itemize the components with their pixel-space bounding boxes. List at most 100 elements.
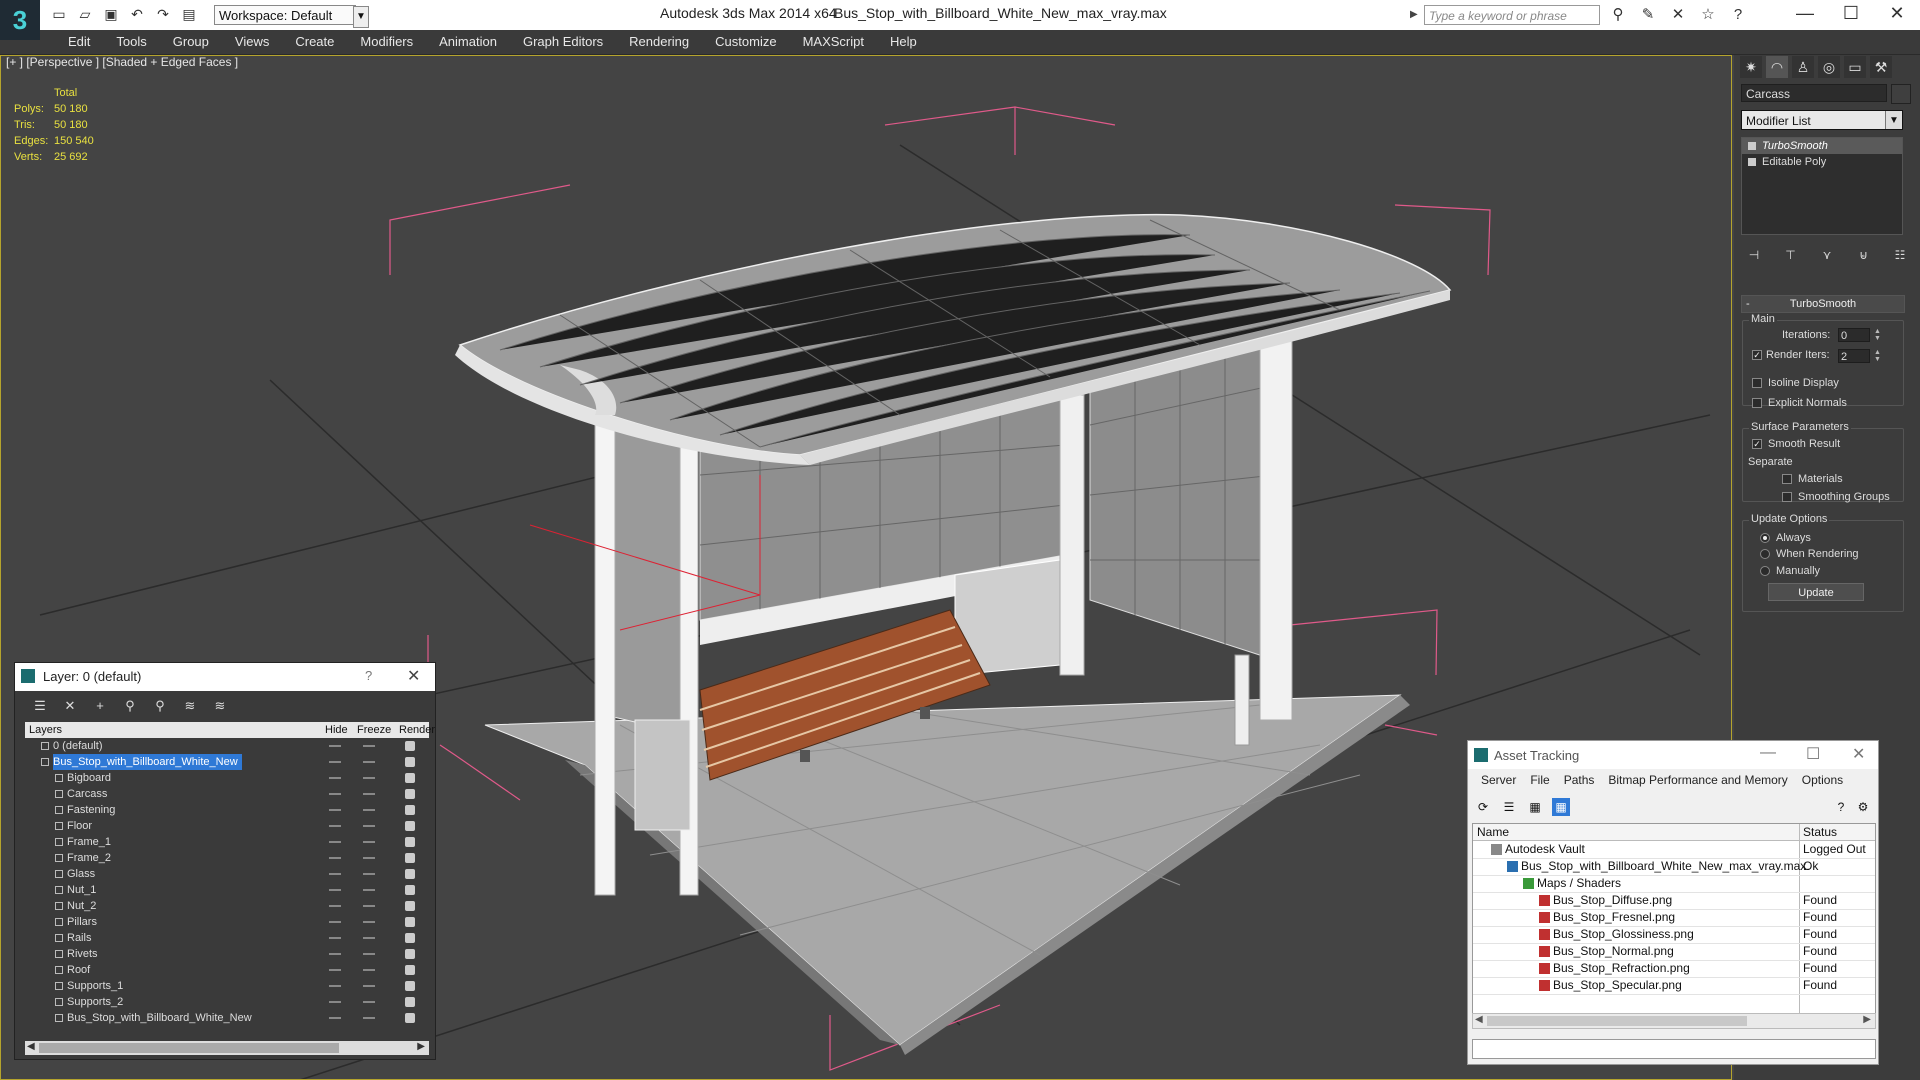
- layer-row[interactable]: Fastening: [25, 802, 429, 818]
- hide-toggle[interactable]: [329, 985, 341, 987]
- layer-horizontal-scrollbar[interactable]: ◀ ▶: [25, 1041, 429, 1055]
- highlight-layers-icon[interactable]: ⚲: [151, 697, 169, 715]
- render-toggle-icon[interactable]: [405, 837, 415, 847]
- chevron-down-icon[interactable]: ▼: [353, 6, 369, 28]
- hide-toggle[interactable]: [329, 905, 341, 907]
- freeze-all-icon[interactable]: ≋: [211, 697, 229, 715]
- menu-modifiers[interactable]: Modifiers: [347, 30, 426, 54]
- layer-name[interactable]: Nut_1: [67, 882, 100, 898]
- chevron-down-icon[interactable]: ▼: [1885, 111, 1902, 129]
- spinner-arrows-icon[interactable]: ▲ ▼: [1874, 328, 1882, 342]
- hide-toggle[interactable]: [329, 1017, 341, 1019]
- hide-toggle[interactable]: [329, 953, 341, 955]
- asset-horizontal-scrollbar[interactable]: ◀ ▶: [1472, 1013, 1876, 1029]
- layer-name[interactable]: Frame_2: [67, 850, 115, 866]
- column-name[interactable]: Name: [1477, 825, 1509, 839]
- help-icon[interactable]: ?: [1832, 798, 1850, 816]
- render-iters-checkbox[interactable]: ✓: [1752, 350, 1762, 360]
- layer-row[interactable]: Floor: [25, 818, 429, 834]
- freeze-toggle[interactable]: [363, 745, 375, 747]
- hide-toggle[interactable]: [329, 841, 341, 843]
- select-objects-icon[interactable]: ⚲: [121, 697, 139, 715]
- layer-name[interactable]: Rails: [67, 930, 95, 946]
- modifier-stack[interactable]: TurboSmooth Editable Poly: [1741, 137, 1903, 235]
- minimize-icon[interactable]: —: [1760, 744, 1776, 762]
- scrollbar-thumb[interactable]: [39, 1043, 339, 1053]
- open-file-icon[interactable]: ▱: [76, 5, 94, 23]
- asset-menu-options[interactable]: Options: [1795, 773, 1850, 787]
- render-iters-spinner[interactable]: 2: [1838, 349, 1870, 363]
- light-bulb-icon[interactable]: [1748, 142, 1756, 150]
- freeze-toggle[interactable]: [363, 793, 375, 795]
- show-end-result-icon[interactable]: ⊤: [1781, 245, 1801, 265]
- stack-item-editable-poly[interactable]: Editable Poly: [1742, 154, 1902, 170]
- render-toggle-icon[interactable]: [405, 741, 415, 751]
- redo-icon[interactable]: ↷: [154, 5, 172, 23]
- layer-name[interactable]: 0 (default): [53, 738, 107, 754]
- modifier-list-dropdown[interactable]: Modifier List ▼: [1741, 110, 1903, 130]
- hierarchy-tab-icon[interactable]: ♙: [1792, 56, 1814, 78]
- layer-window-titlebar[interactable]: Layer: 0 (default) ? ✕: [15, 663, 435, 691]
- asset-row[interactable]: Bus_Stop_Diffuse.png Found: [1473, 892, 1875, 910]
- table-view-icon[interactable]: ▦: [1552, 798, 1570, 816]
- favorites-star-icon[interactable]: ☆: [1698, 5, 1718, 25]
- communication-icon[interactable]: ✕: [1668, 5, 1688, 25]
- render-toggle-icon[interactable]: [405, 805, 415, 815]
- maximize-icon[interactable]: ☐: [1806, 744, 1820, 764]
- asset-row[interactable]: Bus_Stop_Specular.png Found: [1473, 977, 1875, 995]
- menu-graph-editors[interactable]: Graph Editors: [510, 30, 616, 54]
- close-icon[interactable]: ✕: [407, 666, 420, 686]
- render-toggle-icon[interactable]: [405, 981, 415, 991]
- layer-row[interactable]: Nut_2: [25, 898, 429, 914]
- render-toggle-icon[interactable]: [405, 773, 415, 783]
- menu-animation[interactable]: Animation: [426, 30, 510, 54]
- render-toggle-icon[interactable]: [405, 1013, 415, 1023]
- render-toggle-icon[interactable]: [405, 949, 415, 959]
- add-to-layer-icon[interactable]: +: [91, 697, 109, 715]
- project-folder-icon[interactable]: ▤: [180, 5, 198, 23]
- layer-row[interactable]: 0 (default): [25, 738, 429, 754]
- freeze-toggle[interactable]: [363, 761, 375, 763]
- hide-toggle[interactable]: [329, 889, 341, 891]
- freeze-toggle[interactable]: [363, 969, 375, 971]
- update-when-rendering-radio[interactable]: [1760, 549, 1770, 559]
- menu-views[interactable]: Views: [222, 30, 282, 54]
- spinner-arrows-icon[interactable]: ▲ ▼: [1874, 349, 1882, 363]
- smooth-result-checkbox[interactable]: ✓: [1752, 439, 1762, 449]
- utilities-tab-icon[interactable]: ⚒: [1870, 56, 1892, 78]
- render-toggle-icon[interactable]: [405, 757, 415, 767]
- hide-toggle[interactable]: [329, 921, 341, 923]
- hide-toggle[interactable]: [329, 873, 341, 875]
- asset-tracking-titlebar[interactable]: Asset Tracking — ☐ ✕: [1468, 741, 1878, 769]
- render-toggle-icon[interactable]: [405, 821, 415, 831]
- freeze-toggle[interactable]: [363, 889, 375, 891]
- render-toggle-icon[interactable]: [405, 965, 415, 975]
- scroll-right-icon[interactable]: ▶: [417, 1041, 425, 1052]
- asset-row[interactable]: Autodesk Vault Logged Out ..: [1473, 841, 1875, 873]
- app-logo-icon[interactable]: 3: [0, 0, 40, 40]
- layer-row[interactable]: Bus_Stop_with_Billboard_White_New: [25, 1010, 429, 1026]
- menu-rendering[interactable]: Rendering: [616, 30, 702, 54]
- layer-row[interactable]: Bus_Stop_with_Billboard_White_New: [25, 754, 429, 770]
- layer-name[interactable]: Glass: [67, 866, 99, 882]
- turbosmooth-rollout-header[interactable]: - TurboSmooth: [1741, 295, 1905, 313]
- layer-name[interactable]: Bus_Stop_with_Billboard_White_New: [67, 1010, 256, 1026]
- asset-row[interactable]: Bus_Stop_Glossiness.png Found: [1473, 926, 1875, 944]
- layer-name[interactable]: Fastening: [67, 802, 119, 818]
- column-status[interactable]: Status: [1803, 825, 1837, 839]
- settings-icon[interactable]: ⚙: [1854, 798, 1872, 816]
- update-always-radio[interactable]: [1760, 533, 1770, 543]
- layer-row[interactable]: Carcass: [25, 786, 429, 802]
- asset-menu-server[interactable]: Server: [1474, 773, 1523, 787]
- layer-row[interactable]: Nut_1: [25, 882, 429, 898]
- layer-name[interactable]: Nut_2: [67, 898, 100, 914]
- refresh-icon[interactable]: ⟳: [1474, 798, 1492, 816]
- hide-toggle[interactable]: [329, 761, 341, 763]
- freeze-toggle[interactable]: [363, 1001, 375, 1003]
- motion-tab-icon[interactable]: ◎: [1818, 56, 1840, 78]
- render-toggle-icon[interactable]: [405, 997, 415, 1007]
- layer-row[interactable]: Glass: [25, 866, 429, 882]
- render-toggle-icon[interactable]: [405, 885, 415, 895]
- update-manually-radio[interactable]: [1760, 566, 1770, 576]
- freeze-toggle[interactable]: [363, 921, 375, 923]
